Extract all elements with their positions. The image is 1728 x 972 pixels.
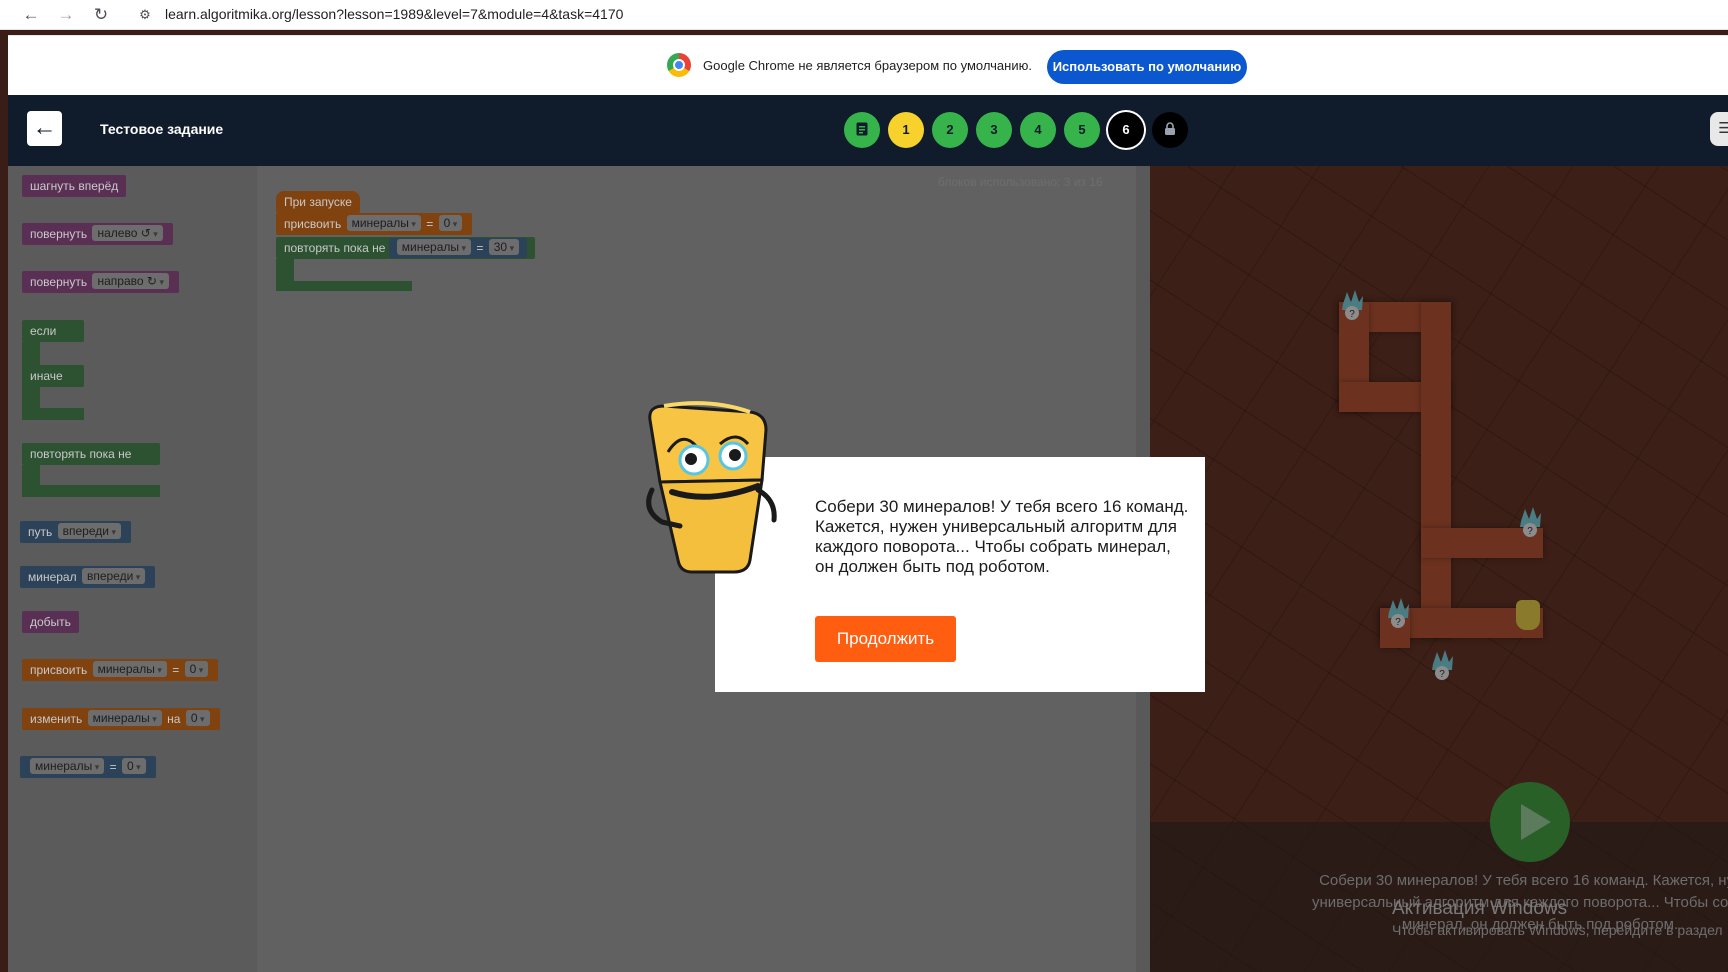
block-label: присвоить (30, 663, 88, 677)
block-step-forward[interactable]: шагнуть вперёд (22, 175, 127, 197)
equals-sign: = (109, 760, 117, 774)
direction-dropdown[interactable]: направо ↻ (92, 273, 169, 289)
play-icon (1521, 804, 1551, 840)
direction-dropdown[interactable]: впереди (57, 523, 121, 539)
step-6[interactable]: 6 (1108, 112, 1144, 148)
block-path[interactable]: путь впереди (20, 521, 131, 543)
block-label: шагнуть вперёд (30, 179, 119, 193)
arrow-left-icon: ← (32, 114, 57, 141)
modal-message: Собери 30 минералов! У тебя всего 16 ком… (815, 497, 1189, 576)
direction-dropdown[interactable]: налево ↺ (92, 225, 163, 241)
page-title: Тестовое задание (100, 121, 224, 137)
back-button[interactable]: ← (27, 111, 62, 146)
variable-dropdown[interactable]: минералы (396, 239, 472, 255)
block-label: При запуске (284, 195, 352, 209)
by-label: на (167, 712, 181, 726)
value-field[interactable]: 0 (121, 758, 146, 774)
block-label: повернуть (30, 227, 88, 241)
step-4[interactable]: 4 (1020, 112, 1056, 148)
path-tile (1421, 302, 1451, 638)
step-locked[interactable] (1152, 112, 1188, 148)
lock-icon (1165, 122, 1175, 135)
equals-sign: = (426, 217, 434, 231)
block-label: изменить (30, 712, 83, 726)
arrow-left-icon[interactable]: ← (19, 3, 43, 27)
step-2[interactable]: 2 (932, 112, 968, 148)
tune-icon[interactable]: ⚙ (134, 4, 156, 26)
equals-sign: = (476, 241, 484, 255)
play-button[interactable] (1490, 782, 1570, 862)
step-theory[interactable] (844, 112, 880, 148)
block-label: если (30, 324, 57, 338)
block-label: добыть (30, 615, 71, 629)
direction-dropdown[interactable]: впереди (81, 568, 146, 584)
variable-dropdown[interactable]: минералы (346, 215, 421, 231)
step-5[interactable]: 5 (1064, 112, 1100, 148)
block-label: повернуть (30, 275, 88, 289)
block-repeat-until[interactable]: повторять пока не (22, 443, 160, 465)
svg-text:?: ? (1527, 526, 1533, 537)
page: ← → ↻ ⚙ learn.algoritmika.org/lesson?les… (0, 0, 1728, 972)
robot-mascot (646, 401, 777, 574)
svg-text:?: ? (1439, 669, 1445, 680)
value-field[interactable]: 0 (185, 710, 210, 726)
block-assign-script[interactable]: присвоить минералы = 0 (276, 213, 473, 235)
block-label: путь (28, 525, 53, 539)
windows-activation-text: Чтобы активировать Windows, перейдите в … (1392, 922, 1723, 938)
block-on-start[interactable]: При запуске (276, 191, 360, 213)
value-field[interactable]: 0 (184, 661, 209, 677)
block-else-label: иначе (22, 365, 84, 387)
block-if-else[interactable]: если (22, 320, 84, 342)
variable-dropdown[interactable]: минералы (30, 758, 105, 774)
block-label: минерал (28, 570, 77, 584)
equals-sign: = (172, 663, 180, 677)
block-compare[interactable]: минералы = 0 (20, 756, 156, 778)
default-browser-infobar: Google Chrome не является браузером по у… (8, 35, 1728, 95)
value-field[interactable]: 0 (438, 215, 463, 231)
crystal-icon: ? (1520, 507, 1541, 537)
condition-block[interactable]: минералы = 30 (388, 238, 528, 258)
windows-activation-title: Активация Windows (1392, 898, 1568, 919)
chrome-logo-icon (667, 53, 691, 77)
chat-icon[interactable]: ☰ (1710, 112, 1728, 146)
continue-button[interactable]: Продолжить (815, 616, 956, 662)
variable-dropdown[interactable]: минералы (87, 710, 162, 726)
repeat-script-foot (276, 281, 412, 291)
block-repeat-foot (22, 485, 160, 497)
svg-text:?: ? (1349, 309, 1355, 320)
block-label: иначе (30, 369, 63, 383)
step-3[interactable]: 3 (976, 112, 1012, 148)
address-bar[interactable]: learn.algoritmika.org/lesson?lesson=1989… (165, 6, 623, 22)
svg-text:?: ? (1395, 617, 1401, 628)
block-label: повторять пока не (30, 447, 132, 461)
block-label: повторять пока не (284, 241, 386, 255)
variable-dropdown[interactable]: минералы (92, 661, 167, 677)
infobar-text: Google Chrome не является браузером по у… (703, 58, 1032, 73)
block-mine[interactable]: добыть (22, 611, 79, 633)
crystal-icon: ? (1342, 290, 1363, 320)
value-field[interactable]: 30 (488, 239, 520, 255)
reload-icon[interactable]: ↻ (89, 3, 113, 27)
block-turn-left[interactable]: повернуть налево ↺ (22, 223, 173, 245)
block-mineral[interactable]: минерал впереди (20, 566, 156, 588)
crystal-icon: ? (1432, 650, 1453, 680)
block-label: присвоить (284, 217, 342, 231)
block-repeat-until-script[interactable]: повторять пока не минералы = 30 (276, 237, 536, 259)
app-header: ← Тестовое задание 1 2 3 4 5 6 ☰ (8, 95, 1728, 166)
set-default-button[interactable]: Использовать по умолчанию (1047, 50, 1247, 84)
block-change[interactable]: изменить минералы на 0 (22, 708, 220, 730)
block-if-else-foot (22, 408, 84, 420)
crystal-icon: ? (1388, 598, 1409, 628)
block-turn-right[interactable]: повернуть направо ↻ (22, 271, 179, 293)
blocks-counter: блоков использовано: 3 из 16 (938, 175, 1103, 189)
document-icon (856, 122, 868, 136)
game-robot (1516, 600, 1540, 630)
browser-toolbar: ← → ↻ ⚙ learn.algoritmika.org/lesson?les… (0, 0, 1728, 30)
step-1[interactable]: 1 (888, 112, 924, 148)
block-assign[interactable]: присвоить минералы = 0 (22, 659, 219, 681)
arrow-right-icon[interactable]: → (54, 3, 78, 27)
